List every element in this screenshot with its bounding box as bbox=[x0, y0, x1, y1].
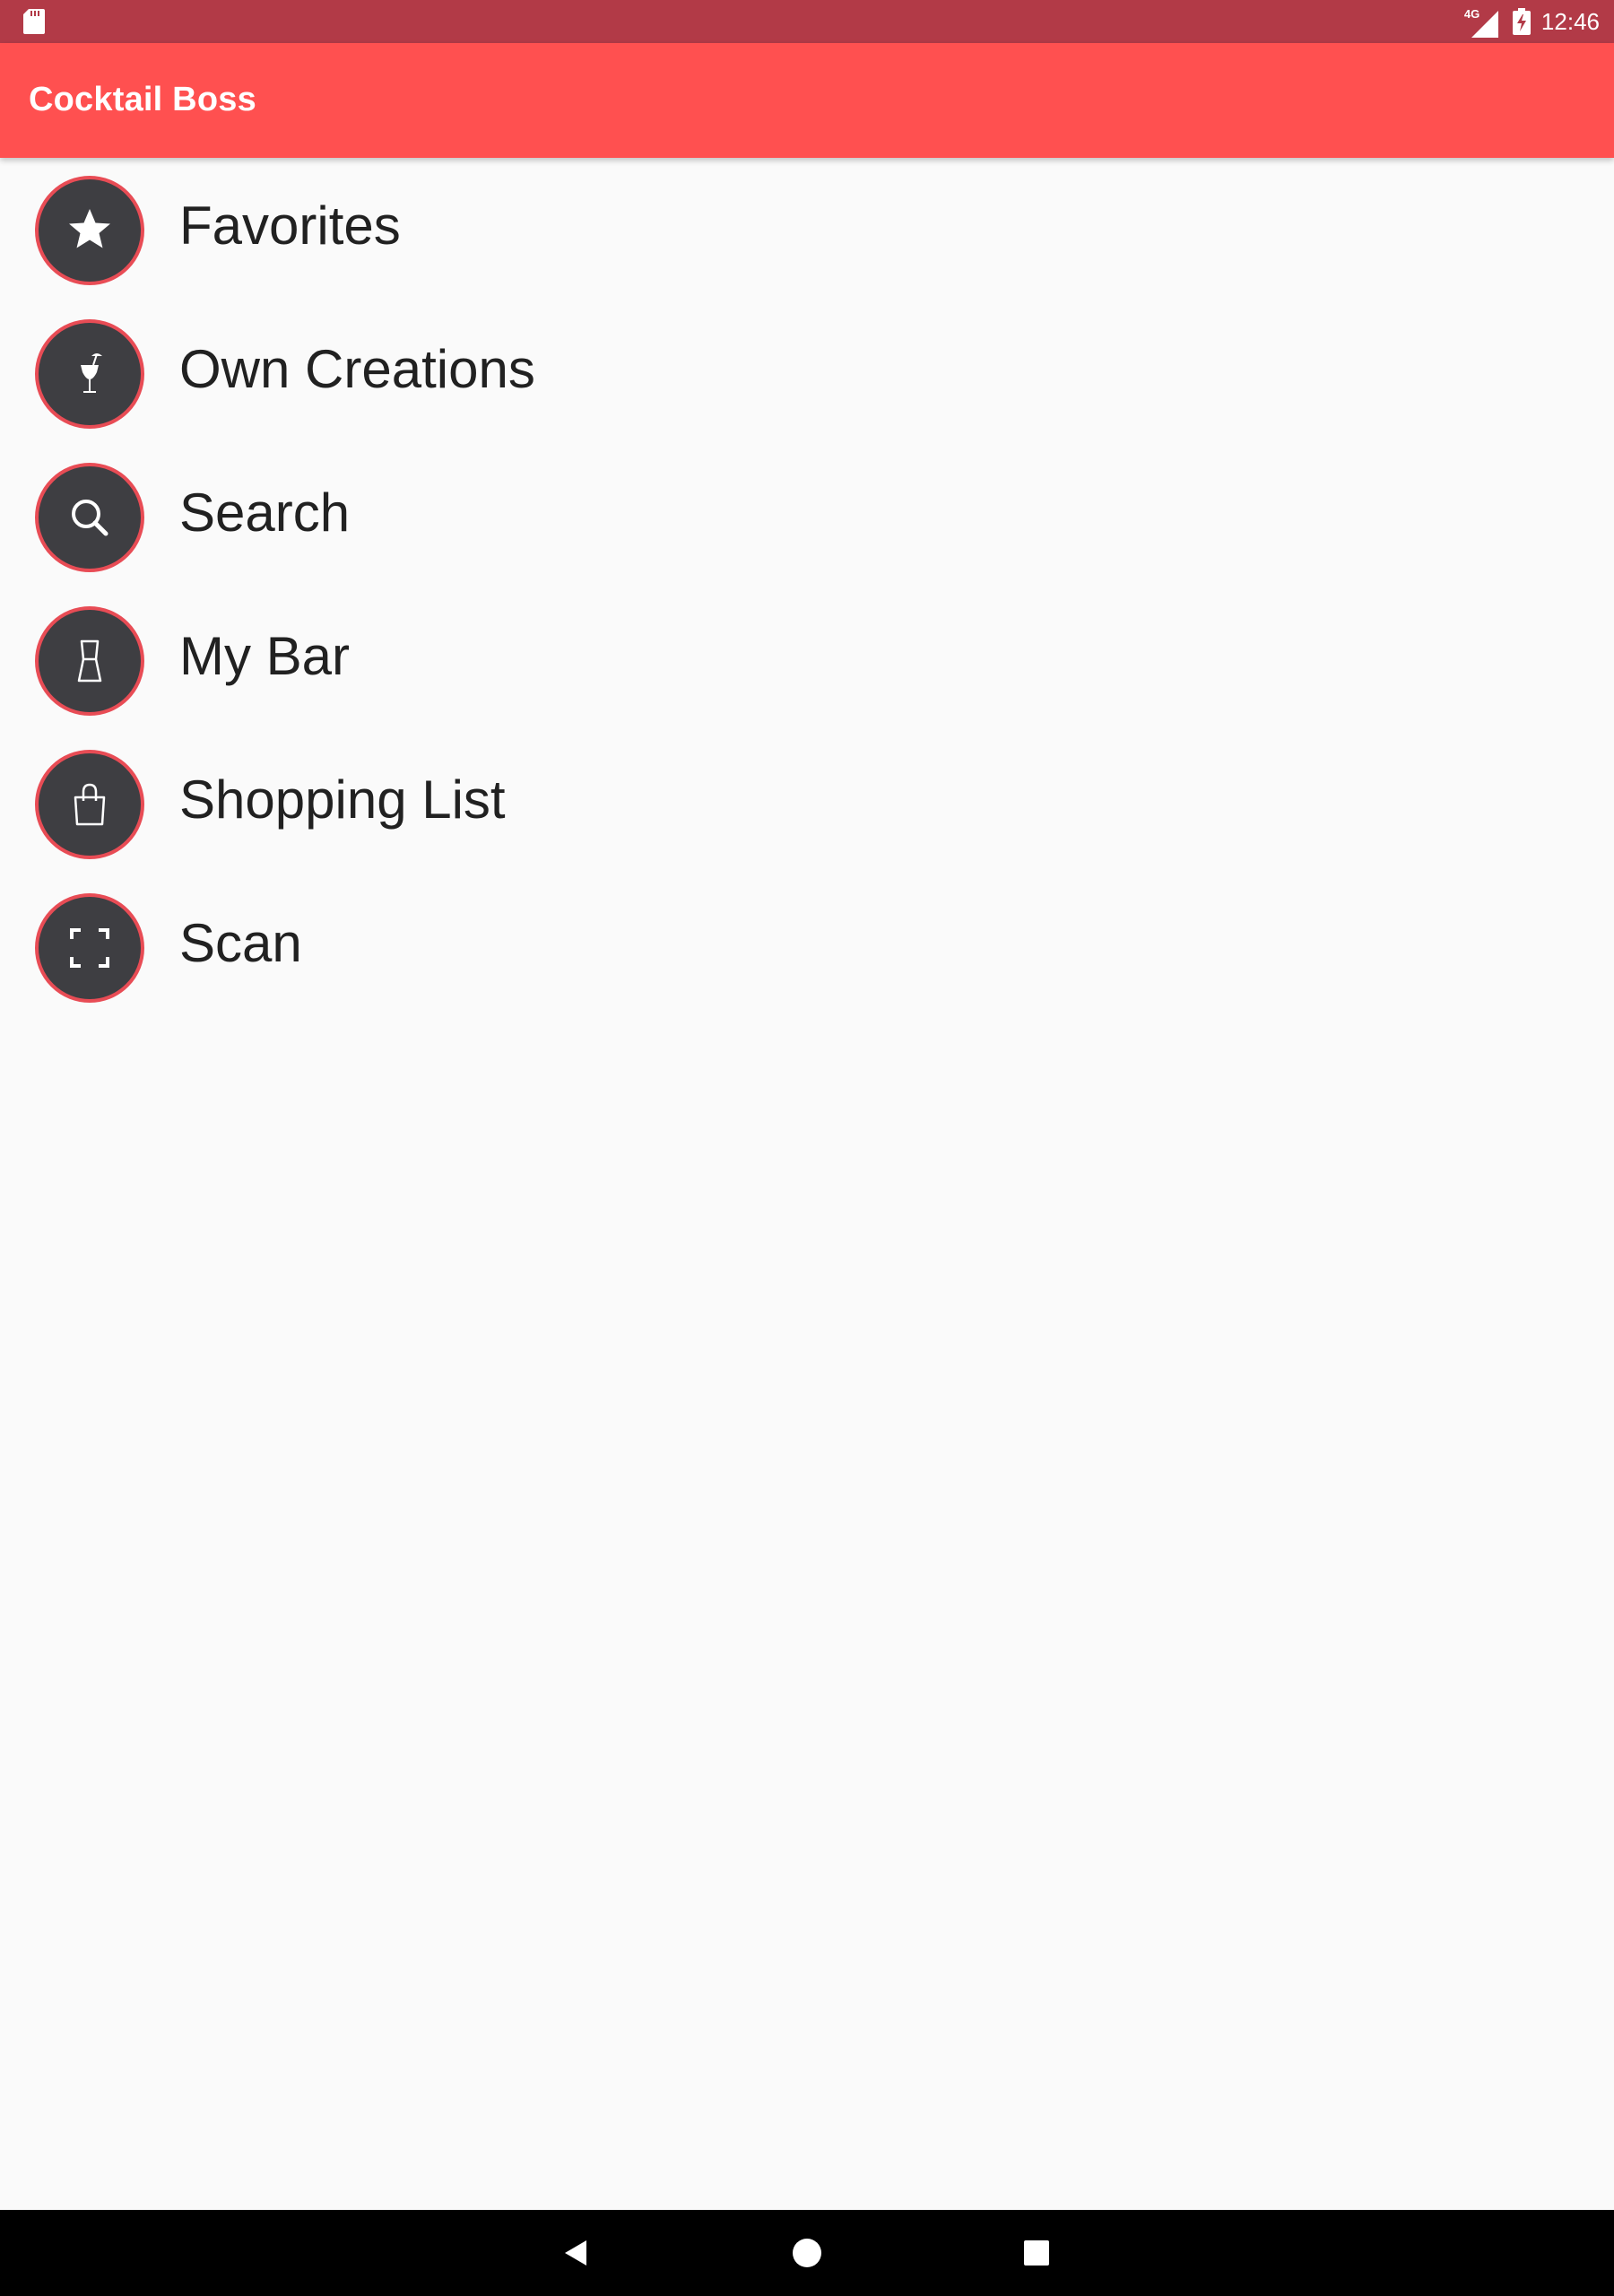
menu-item-label: Search bbox=[179, 483, 351, 543]
cocktail-glass-icon bbox=[35, 319, 144, 429]
back-icon bbox=[565, 2240, 586, 2266]
shopping-bag-icon bbox=[35, 750, 144, 859]
app-bar: Cocktail Boss bbox=[0, 43, 1614, 158]
glass-icon bbox=[35, 606, 144, 716]
main-menu-list: Favorites Own Creations Search My Bar Sh… bbox=[0, 158, 1614, 1019]
clock: 12:46 bbox=[1540, 7, 1600, 35]
menu-item-my-bar[interactable]: My Bar bbox=[0, 588, 1614, 732]
star-icon bbox=[35, 176, 144, 285]
home-button[interactable] bbox=[780, 2226, 834, 2280]
home-icon bbox=[793, 2239, 821, 2267]
status-bar: 4G 12:46 bbox=[0, 0, 1614, 43]
status-icons: 4G 12:46 bbox=[1464, 0, 1600, 43]
menu-item-label: Shopping List bbox=[179, 770, 506, 830]
search-icon bbox=[35, 463, 144, 572]
sd-card-icon bbox=[23, 9, 45, 34]
cell-signal-icon: 4G bbox=[1464, 4, 1500, 39]
menu-item-label: Own Creations bbox=[179, 339, 535, 399]
menu-item-shopping-list[interactable]: Shopping List bbox=[0, 732, 1614, 875]
scan-frame-icon bbox=[35, 893, 144, 1003]
menu-item-label: Favorites bbox=[179, 196, 401, 256]
menu-item-own-creations[interactable]: Own Creations bbox=[0, 301, 1614, 445]
menu-item-favorites[interactable]: Favorites bbox=[0, 158, 1614, 301]
system-navigation-bar bbox=[0, 2210, 1614, 2296]
menu-item-label: My Bar bbox=[179, 626, 351, 686]
menu-item-search[interactable]: Search bbox=[0, 445, 1614, 588]
back-button[interactable] bbox=[551, 2226, 604, 2280]
recents-button[interactable] bbox=[1010, 2226, 1063, 2280]
app-title: Cocktail Boss bbox=[29, 81, 256, 118]
recents-icon bbox=[1024, 2240, 1049, 2266]
menu-item-label: Scan bbox=[179, 913, 302, 973]
menu-item-scan[interactable]: Scan bbox=[0, 875, 1614, 1019]
battery-charging-icon bbox=[1512, 8, 1531, 35]
